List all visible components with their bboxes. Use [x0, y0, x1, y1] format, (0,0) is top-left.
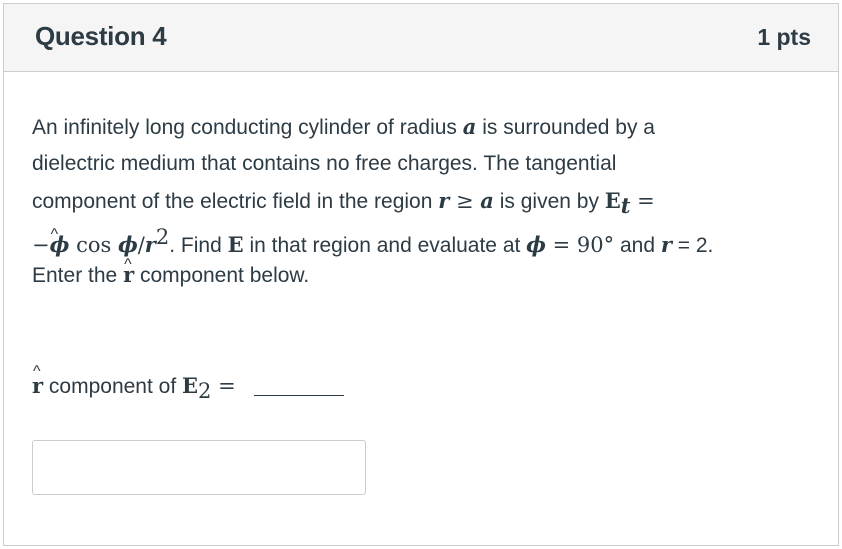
text-fragment: component of the electric field in the r… [32, 190, 439, 213]
question-line-1: An infinitely long conducting cylinder o… [32, 108, 812, 145]
text-fragment: in that region and evaluate at [243, 234, 527, 257]
question-line-4: − ^ ϕ cos ϕ/r2. Find E in that region and … [32, 219, 812, 257]
math-subscript: 2 [198, 379, 212, 404]
math-r-hat: ^ r [32, 363, 43, 399]
text-fragment: component below. [134, 264, 310, 287]
answer-input[interactable] [32, 440, 366, 495]
question-header: Question 4 1 pts [4, 4, 838, 72]
math-value: = 90° [545, 233, 615, 257]
text-fragment: . Find [169, 234, 228, 257]
math-variable-phi: ϕ [526, 232, 546, 257]
math-vector-e: E [604, 188, 621, 213]
math-variable-a: a [480, 188, 494, 213]
math-vector-e: E [182, 373, 199, 398]
text-fragment: component of [43, 375, 182, 398]
math-operator: − [32, 233, 50, 257]
hat-accent-icon: ^ [124, 256, 132, 273]
text-fragment: Enter the [32, 264, 124, 287]
math-subscript-t: t [620, 193, 631, 219]
math-variable-a: a [462, 114, 477, 139]
math-variable-r: r [438, 188, 450, 213]
hat-accent-icon: ^ [33, 363, 41, 380]
question-line-3: component of the electric field in the r… [32, 182, 812, 219]
math-variable-r: r [660, 232, 672, 257]
math-function-cos: cos [69, 233, 118, 257]
question-points: 1 pts [757, 24, 811, 50]
math-exponent: 2 [155, 225, 170, 249]
text-fragment: An infinitely long conducting cylinder o… [32, 116, 463, 139]
math-operator: = [630, 189, 655, 213]
math-operator: ≥ [449, 189, 481, 213]
math-operator: = [211, 374, 236, 398]
question-line-2: dielectric medium that contains no free … [32, 145, 812, 182]
question-title: Question 4 [35, 21, 167, 51]
math-operator: / [137, 233, 145, 257]
math-phi-hat: ^ ϕ [50, 226, 70, 264]
text-fragment: is surrounded by a [476, 116, 655, 139]
question-line-5: Enter the ^ r component below. [32, 256, 812, 293]
text-fragment: is given by [493, 190, 605, 213]
math-variable-r: r [144, 232, 156, 257]
answer-label: ^ r component of E2 = [32, 363, 344, 404]
math-value: = 2. [671, 234, 714, 257]
hat-accent-icon: ^ [50, 226, 59, 243]
math-vector-e: E [227, 232, 244, 257]
answer-blank-line [253, 395, 344, 396]
text-fragment: dielectric medium that contains no free … [32, 152, 617, 175]
math-r-hat: ^ r [123, 256, 134, 294]
question-text: An infinitely long conducting cylinder o… [32, 108, 812, 293]
text-fragment: and [614, 234, 661, 257]
